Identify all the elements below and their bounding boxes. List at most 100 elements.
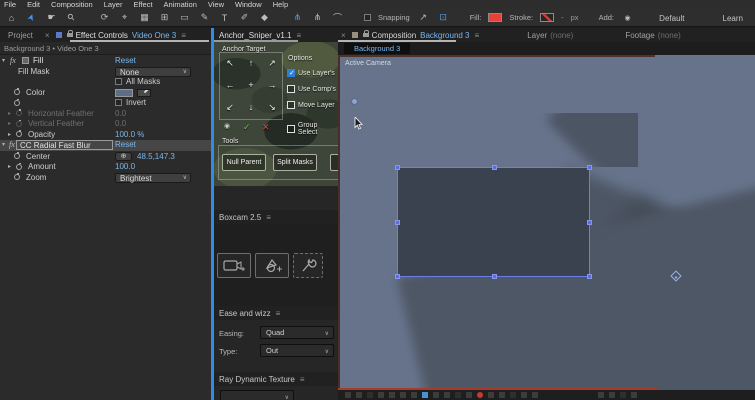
- anchor-bottom-button[interactable]: ↓: [244, 100, 258, 114]
- stopwatch-icon[interactable]: [14, 98, 20, 106]
- tab-composition[interactable]: Composition: [372, 31, 416, 40]
- fill-mask-dropdown[interactable]: None ∨: [115, 67, 191, 77]
- panel-menu-icon[interactable]: ≡: [475, 31, 480, 40]
- rectangle-tool-icon[interactable]: ▭: [178, 12, 191, 23]
- use-layers-checkbox[interactable]: Use Layer's: [287, 69, 335, 77]
- anchor-bottom-right-button[interactable]: ↘: [265, 100, 279, 114]
- anchor-left-button[interactable]: ←: [223, 78, 237, 92]
- ray-dropdown[interactable]: ∨: [220, 390, 294, 400]
- composition-viewer[interactable]: Active Camera: [338, 55, 755, 390]
- handle-bottom-center[interactable]: [492, 274, 497, 279]
- twirl-icon[interactable]: ▸: [8, 162, 11, 172]
- close-icon[interactable]: ×: [41, 31, 54, 40]
- split-masks-button[interactable]: Split Masks: [273, 154, 317, 171]
- home-icon[interactable]: ⌂: [5, 13, 18, 23]
- handle-top-center[interactable]: [492, 165, 497, 170]
- selection-tool-icon[interactable]: ➤: [24, 10, 39, 26]
- anchor-top-right-button[interactable]: ↗: [265, 56, 279, 70]
- cutoff-button[interactable]: [330, 154, 338, 171]
- twirl-icon[interactable]: ▾: [2, 56, 5, 66]
- type-dropdown[interactable]: Out ∨: [260, 344, 334, 357]
- snapping-checkbox[interactable]: [364, 14, 371, 21]
- rotate-tool-icon[interactable]: ⟳: [98, 12, 111, 23]
- type-tool-icon[interactable]: T: [218, 13, 231, 23]
- stamp-tool-icon[interactable]: ◆: [258, 12, 271, 23]
- menu-help[interactable]: Help: [273, 0, 288, 9]
- all-masks-checkbox[interactable]: [115, 78, 122, 85]
- lock-icon[interactable]: [362, 30, 369, 37]
- color-swatch[interactable]: [115, 88, 133, 97]
- null-parent-button[interactable]: Null Parent: [222, 154, 266, 171]
- ease-and-wizz-tab[interactable]: Ease and wizz ≡: [214, 306, 338, 320]
- fx-badge-icon[interactable]: fx: [9, 140, 15, 150]
- toolbar-mini-icon[interactable]: [433, 392, 439, 398]
- use-comps-checkbox[interactable]: Use Comp's: [287, 85, 336, 93]
- twirl-icon[interactable]: ▸: [8, 109, 11, 119]
- handle-bottom-left[interactable]: [395, 274, 400, 279]
- toolbar-mini-icon[interactable]: [455, 392, 461, 398]
- workspace-default-button[interactable]: Default: [659, 14, 684, 23]
- stopwatch-icon[interactable]: [14, 88, 20, 95]
- toolbar-mini-icon[interactable]: [609, 392, 615, 398]
- toolbar-mini-icon[interactable]: [400, 392, 406, 398]
- selected-shape-layer[interactable]: [395, 165, 592, 279]
- eyedropper-icon[interactable]: [137, 88, 151, 97]
- toolbar-mini-icon[interactable]: [510, 392, 516, 398]
- twirl-icon[interactable]: ▸: [8, 130, 11, 140]
- toolbar-mini-icon[interactable]: [444, 392, 450, 398]
- puppet-pin-tool-icon[interactable]: ⋔: [291, 12, 304, 23]
- menu-view[interactable]: View: [208, 0, 224, 9]
- snap-bounds-icon[interactable]: ⊡: [437, 12, 450, 23]
- tab-effect-controls[interactable]: Effect Controls: [76, 31, 128, 40]
- toolbar-mini-icon[interactable]: [521, 392, 527, 398]
- zoom-tool-icon[interactable]: ⚲: [63, 9, 80, 26]
- toolbar-mini-icon[interactable]: [389, 392, 395, 398]
- stroke-width-value[interactable]: -: [561, 13, 564, 22]
- brush-tool-icon[interactable]: ✐: [238, 12, 251, 23]
- confirm-check-icon[interactable]: ✓: [243, 122, 251, 133]
- effect-name[interactable]: CC Radial Fast Blur: [16, 140, 113, 150]
- toolbar-mini-icon[interactable]: [466, 392, 472, 398]
- zoom-dropdown[interactable]: Brightest ∨: [115, 173, 191, 183]
- property-value[interactable]: 100.0 %: [115, 130, 144, 140]
- toolbar-mini-icon[interactable]: [367, 392, 373, 398]
- handle-middle-right[interactable]: [587, 220, 592, 225]
- tab-composition-name[interactable]: Background 3: [420, 31, 469, 40]
- fill-color-swatch[interactable]: [488, 13, 503, 22]
- stopwatch-icon[interactable]: [16, 130, 22, 137]
- reset-link[interactable]: Reset: [115, 56, 136, 66]
- anchor-top-left-button[interactable]: ↖: [223, 56, 237, 70]
- pan-behind-tool-icon[interactable]: ⊞: [158, 12, 171, 23]
- reset-link[interactable]: Reset: [115, 140, 136, 150]
- boxcam-tab[interactable]: Boxcam 2.5 ≡: [214, 210, 338, 224]
- menu-file[interactable]: File: [4, 0, 16, 9]
- toolbar-mini-icon[interactable]: [378, 392, 384, 398]
- menu-composition[interactable]: Composition: [51, 0, 93, 9]
- menu-layer[interactable]: Layer: [104, 0, 123, 9]
- invert-checkbox[interactable]: [115, 99, 122, 106]
- group-select-checkbox[interactable]: Group Select: [287, 122, 338, 136]
- ray-dynamic-texture-tab[interactable]: Ray Dynamic Texture ≡: [214, 372, 338, 386]
- property-value[interactable]: 48.5,147.3: [137, 152, 175, 162]
- effect-name[interactable]: Fill: [33, 56, 43, 66]
- menu-effect[interactable]: Effect: [133, 0, 152, 9]
- handle-middle-left[interactable]: [395, 220, 400, 225]
- layer-handle-dot[interactable]: [351, 98, 358, 105]
- panel-menu-icon[interactable]: ≡: [181, 31, 186, 40]
- twirl-icon[interactable]: ▸: [8, 119, 11, 129]
- workspace-learn-button[interactable]: Learn: [723, 14, 743, 23]
- snap-arrow-icon[interactable]: ↗: [417, 12, 430, 23]
- toolbar-mini-icon[interactable]: [631, 392, 637, 398]
- stopwatch-icon[interactable]: [14, 152, 20, 159]
- panel-menu-icon[interactable]: ≡: [300, 375, 305, 384]
- toolbar-mini-icon[interactable]: [598, 392, 604, 398]
- toolbar-mini-icon[interactable]: [356, 392, 362, 398]
- menu-edit[interactable]: Edit: [27, 0, 40, 9]
- lock-icon[interactable]: [66, 30, 73, 37]
- panel-divider-handle[interactable]: [211, 28, 214, 400]
- panel-menu-icon[interactable]: ≡: [276, 309, 281, 318]
- anchor-right-button[interactable]: →: [265, 78, 279, 92]
- toolbar-mini-icon-active[interactable]: [422, 392, 428, 398]
- breadcrumb[interactable]: Background 3: [344, 43, 411, 54]
- tab-layer[interactable]: Layer: [527, 31, 547, 40]
